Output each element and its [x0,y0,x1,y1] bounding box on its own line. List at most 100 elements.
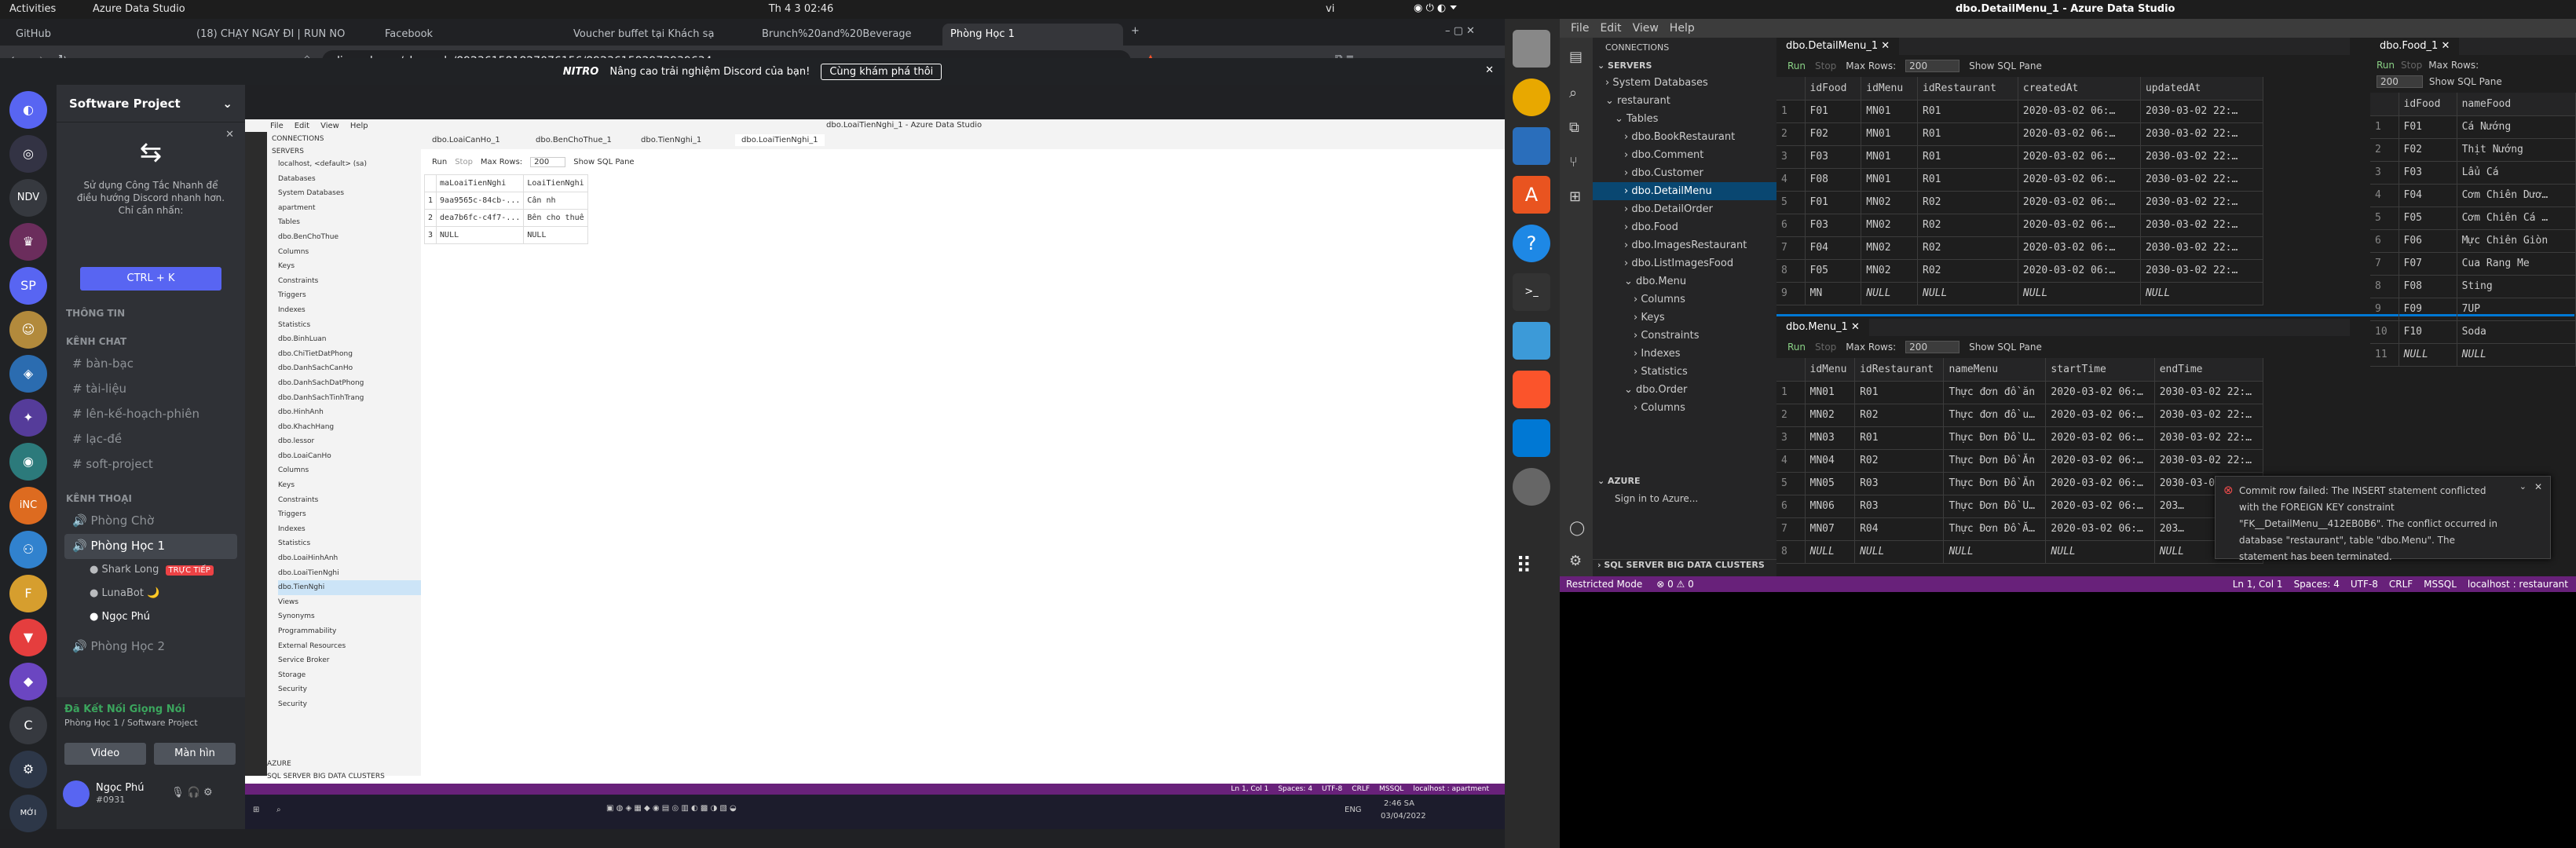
table-row[interactable]: 2 F02 Thịt Nướng [2370,138,2576,162]
server-header[interactable]: Software Project ⌄ [57,85,245,122]
menu-grid[interactable]: idMenu idRestaurant nameMenu startTime endTi… [1776,358,2264,564]
cell[interactable]: R01 [1854,426,1945,450]
tree-item[interactable]: System Databases [278,186,421,201]
cell[interactable]: 2020-03-02 06:… [2045,472,2155,495]
cell[interactable]: 2020-03-02 06:… [2045,517,2155,541]
status-item[interactable]: Spaces: 4 [1278,785,1312,793]
inner-tab[interactable]: dbo.TienNghi_1 [641,136,701,144]
cell[interactable]: Cua Rang Me [2457,252,2576,276]
table-row[interactable]: 4 F08 MN01 R01 2020-03-02 06:… 2030-03-02 22:… [1776,168,2264,192]
taskbar-language[interactable]: ENG [1345,806,1362,814]
cell[interactable]: R03 [1854,472,1945,495]
servers-icon[interactable]: ▤ [1569,49,1583,65]
cell[interactable]: 2020-03-02 06:… [2045,426,2155,450]
tree-item[interactable]: › dbo.Customer [1593,164,1776,182]
cell[interactable]: F08 [2399,275,2457,298]
table-row[interactable]: 8 F05 MN02 R02 2020-03-02 06:… 2030-03-02 22:… [1776,259,2264,283]
help-icon[interactable]: ? [1513,225,1550,262]
server-icon[interactable]: ▼ [9,619,47,656]
browser-tab[interactable]: Facebook [377,24,558,46]
cell[interactable]: MN01 [1861,100,1918,123]
server-icon[interactable]: NDV [9,179,47,217]
column-header[interactable]: idRestaurant [1917,77,2018,101]
cell[interactable]: R01 [1917,145,2018,169]
close-icon[interactable]: ✕ [2534,481,2542,492]
stop-button[interactable]: Stop [1815,342,1836,353]
voice-channel-selected[interactable]: 🔊 Phòng Học 1 [64,534,237,559]
tree-item[interactable]: › Keys [1593,309,1776,327]
column-header[interactable]: idFood [2399,93,2457,116]
table-row[interactable]: 7 F07 Cua Rang Me [2370,252,2576,276]
menu-edit[interactable]: Edit [295,122,309,130]
status-item[interactable]: MSSQL [2424,579,2457,590]
server-icon[interactable]: ◎ [9,135,47,173]
table-row[interactable]: 1 F01 Cá Nướng [2370,115,2576,139]
browser-tab[interactable]: Voucher buffet tại Khách sạ [565,24,746,46]
close-icon[interactable]: ✕ [1485,64,1494,76]
tree-item[interactable]: Storage [278,668,421,683]
tree-item[interactable]: dbo.KhachHang [278,420,421,435]
cell[interactable]: Thực Đơn Đồ U… [1943,426,2047,450]
cell[interactable]: 2020-03-02 06:… [2045,404,2155,427]
status-item[interactable]: UTF-8 [1322,785,1342,793]
server-icon[interactable]: C [9,707,47,744]
tree-item[interactable]: Views [278,595,421,610]
rhythmbox-icon[interactable] [1513,79,1550,116]
inner-servers[interactable]: SERVERS [267,146,421,157]
server-icon[interactable]: ⚙ [9,751,47,788]
tree-item[interactable]: › dbo.BookRestaurant [1593,128,1776,146]
run-button[interactable]: Run [1787,60,1806,71]
category-info[interactable]: THÔNG TIN [66,308,125,319]
cell[interactable]: R02 [1917,214,2018,237]
table-row[interactable]: 6 F03 MN02 R02 2020-03-02 06:… 2030-03-02 22:… [1776,214,2264,237]
text-channel[interactable]: # soft-project [64,452,237,477]
tree-item[interactable]: Indexes [278,522,421,537]
tree-item[interactable]: ⌄ dbo.Menu [1593,272,1776,291]
tree-item[interactable]: ⌄ restaurant [1593,92,1776,110]
cell[interactable]: F05 [1805,259,1862,283]
column-header[interactable]: endTime [2154,358,2264,382]
cell[interactable]: F03 [1805,214,1862,237]
max-rows-select[interactable]: 200 [1905,60,1960,72]
cell[interactable]: MN03 [1805,426,1856,450]
azure-section[interactable]: ⌄ AZURE [1593,476,1776,486]
cell[interactable]: R01 [1917,100,2018,123]
cell[interactable]: F05 [2399,207,2457,230]
tree-item[interactable]: Security [278,697,421,712]
extensions-icon[interactable]: ⊞ [1569,188,1581,205]
cell[interactable]: NULL [436,226,525,244]
voice-status[interactable]: Đã Kết Nối Giọng Nói [64,704,185,715]
explorer-icon[interactable]: ⧉ [1569,119,1579,136]
table-row[interactable]: 1 MN01 R01 Thực đơn đồ ăn 2020-03-02 06:… 203… [1776,381,2264,404]
chevron-down-icon[interactable]: ⌄ [2519,481,2527,492]
table-row[interactable]: 1 F01 MN01 R01 2020-03-02 06:… 2030-03-02 22:… [1776,100,2264,123]
menu-file[interactable]: File [270,122,284,130]
status-item[interactable]: CRLF [1352,785,1370,793]
tree-item[interactable]: › Constraints [1593,327,1776,345]
server-icon[interactable]: iNC [9,487,47,525]
activities-button[interactable]: Activities [9,3,56,15]
run-button[interactable]: Run [432,158,447,166]
cell[interactable]: MN01 [1861,168,1918,192]
windows-start-icon[interactable]: ⊞ [253,806,259,814]
table-row[interactable]: 3 F03 Lẩu Cá [2370,161,2576,185]
cell[interactable]: 2030-03-02 22:… [2154,449,2264,473]
tab-menu[interactable]: dbo.Menu_1 ✕ [1776,319,1869,336]
cell[interactable]: R02 [1917,236,2018,260]
menu-view[interactable]: View [1633,22,1659,35]
column-header[interactable]: LoaiTienNghi [523,174,588,192]
cell[interactable]: MN02 [1805,404,1856,427]
tree-item[interactable]: Databases [278,172,421,187]
column-header[interactable]: maLoaiTienNghi [436,174,525,192]
cell[interactable]: 2020-03-02 06:… [2018,214,2141,237]
column-header[interactable]: startTime [2045,358,2155,382]
server-icon[interactable]: ⚇ [9,531,47,568]
cell[interactable]: dea7b6fc-c4f7-... [436,209,525,227]
tree-item[interactable]: dbo.TienNghi [278,580,421,595]
brave-icon[interactable] [1513,371,1550,408]
inner-tab[interactable]: dbo.BenChoThue_1 [536,136,612,144]
tree-item[interactable]: Columns [278,463,421,478]
inner-tab[interactable]: dbo.LoaiCanHo_1 [432,136,500,144]
server-icon[interactable]: F [9,575,47,612]
tree-item[interactable]: › Columns [1593,291,1776,309]
